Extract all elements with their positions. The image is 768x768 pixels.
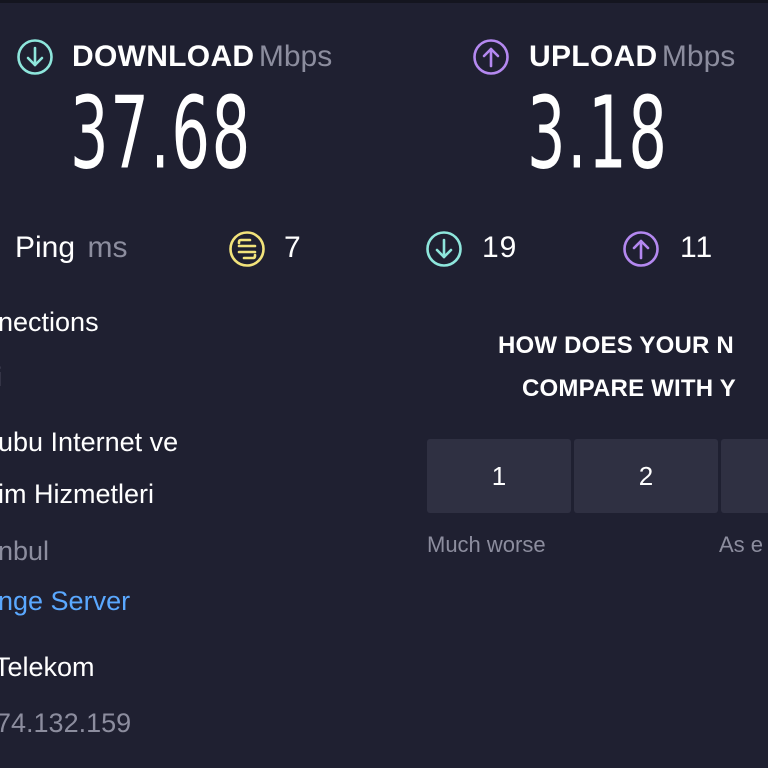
download-unit: Mbps	[258, 40, 333, 73]
download-heading: DOWNLOAD Mbps	[72, 40, 332, 74]
upload-unit: Mbps	[661, 40, 736, 73]
rating-caption-low: Much worse	[427, 532, 546, 557]
download-arrow-icon	[17, 39, 53, 75]
connections-label: nections	[0, 307, 99, 337]
download-label: DOWNLOAD	[72, 40, 255, 73]
rating-button-3[interactable]	[721, 439, 768, 513]
ping-idle-icon	[229, 231, 265, 267]
upload-label: UPLOAD	[529, 40, 658, 73]
ping-heading: Ping ms	[15, 231, 128, 265]
ip-address: 74.132.159	[0, 708, 132, 738]
survey-question-line1: HOW DOES YOUR N	[498, 332, 734, 359]
download-speed-value: 37.68	[70, 75, 252, 192]
upload-heading: UPLOAD Mbps	[529, 40, 735, 74]
server-location: nbul	[0, 536, 50, 566]
host-name: Telekom	[0, 652, 95, 682]
ping-idle-value: 7	[284, 231, 302, 264]
change-server-link[interactable]: nge Server	[0, 586, 130, 617]
survey-question-line2: COMPARE WITH Y	[522, 375, 736, 402]
ping-download-value: 19	[482, 231, 518, 264]
rating-button-2[interactable]: 2	[574, 439, 718, 513]
isp-name-line2: im Hizmetleri	[0, 479, 155, 509]
upload-arrow-icon	[473, 39, 509, 75]
rating-button-1[interactable]: 1	[427, 439, 571, 513]
connections-value: i	[0, 362, 2, 393]
rating-caption-mid: As e	[719, 532, 764, 557]
upload-speed-value: 3.18	[527, 75, 669, 192]
top-divider	[0, 0, 768, 3]
ping-upload-icon	[623, 231, 659, 267]
ping-unit: ms	[87, 231, 128, 264]
ping-upload-value: 11	[680, 231, 714, 264]
ping-label: Ping	[15, 231, 76, 264]
ping-download-icon	[426, 231, 462, 267]
isp-name-line1: ubu Internet ve	[0, 427, 179, 457]
